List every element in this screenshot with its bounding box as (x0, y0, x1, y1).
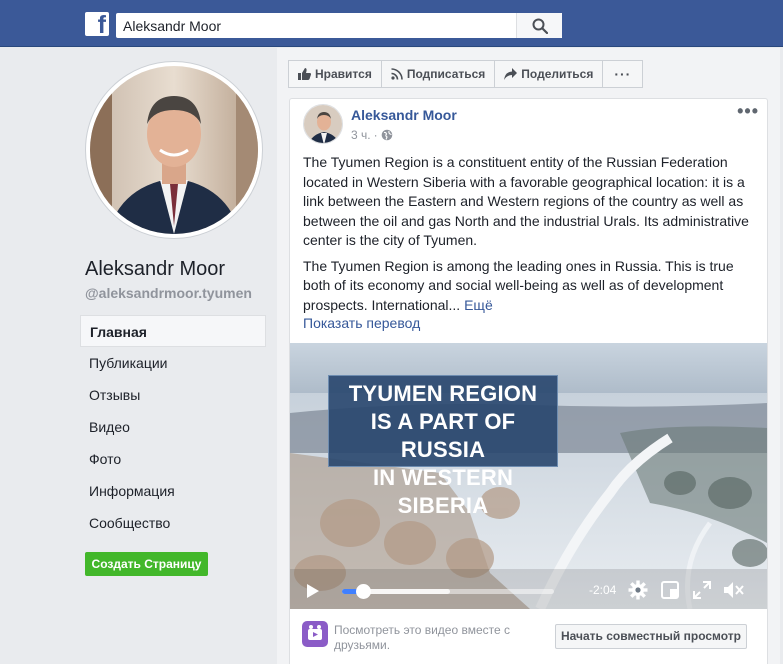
rss-icon (391, 68, 403, 80)
post-paragraph-2-text: The Tyumen Region is among the leading o… (303, 257, 734, 313)
share-arrow-icon (504, 68, 518, 80)
more-options-button[interactable]: ··· (602, 60, 644, 88)
video-title-line-3: IN WESTERN SIBERIA (372, 465, 514, 518)
meta-separator: · (373, 128, 378, 142)
like-label: Нравится (315, 67, 372, 81)
see-translation-link[interactable]: Показать перевод (303, 315, 420, 331)
profile-picture[interactable] (85, 61, 263, 239)
page-title: Aleksandr Moor (85, 258, 226, 280)
share-button[interactable]: Поделиться (494, 60, 604, 88)
post-paragraph-1: The Tyumen Region is a constituent entit… (303, 154, 749, 248)
post-body: The Tyumen Region is a constituent entit… (303, 153, 758, 321)
mute-icon[interactable] (723, 581, 745, 599)
watch-party-icon (302, 621, 328, 647)
thumbs-up-icon (298, 68, 311, 80)
play-icon[interactable] (306, 583, 320, 599)
nav-item[interactable]: Отзывы (80, 379, 266, 411)
video-title-line-2: IS A PART OF RUSSIA (370, 409, 516, 462)
settings-gear-icon[interactable] (628, 580, 648, 600)
share-label: Поделиться (521, 67, 594, 81)
video-player[interactable]: TYUMEN REGION IS A PART OF RUSSIA IN WES… (290, 343, 767, 609)
video-controls: -2:04 (290, 569, 767, 609)
logo-letter: f (97, 12, 106, 36)
nav-item[interactable]: Фото (80, 443, 266, 475)
post-author-name[interactable]: Aleksandr Moor (351, 107, 457, 123)
miniplayer-icon[interactable] (661, 581, 679, 599)
search-button[interactable] (516, 13, 562, 38)
time-remaining: -2:04 (589, 583, 617, 597)
follow-button[interactable]: Подписаться (380, 60, 496, 88)
avatar (90, 66, 258, 234)
nav-item[interactable]: Информация (80, 475, 266, 507)
nav-item[interactable]: Публикации (80, 347, 266, 379)
search-input[interactable]: Aleksandr Moor (116, 13, 562, 38)
post-meta: 3 ч. · (351, 128, 393, 142)
start-watch-party-button[interactable]: Начать совместный просмотр (555, 624, 747, 649)
progress-bar[interactable] (342, 584, 554, 599)
facebook-logo-icon[interactable]: f (85, 12, 109, 36)
watch-party-text: Посмотреть это видео вместе с друзьями. (334, 623, 511, 652)
video-title-overlay: TYUMEN REGION IS A PART OF RUSSIA IN WES… (328, 375, 558, 518)
nav-item[interactable]: Видео (80, 411, 266, 443)
search-value: Aleksandr Moor (123, 17, 222, 34)
video-title-line-1: TYUMEN REGION (348, 381, 538, 406)
post-paragraph-2: The Tyumen Region is among the leading o… (303, 257, 758, 316)
post-author-avatar[interactable] (303, 104, 343, 144)
page-action-bar: Нравится Подписаться Поделиться ··· (288, 60, 644, 88)
post-options-button[interactable]: ••• (737, 101, 759, 122)
page-handle[interactable]: @aleksandrmoor.tyumen (85, 285, 252, 301)
page-nav: Главная Публикации Отзывы Видео Фото Информац… (80, 315, 266, 539)
search-icon (532, 18, 548, 34)
post-timestamp[interactable]: 3 ч. (351, 128, 371, 142)
watch-party-row: Посмотреть это видео вместе с друзьями. … (290, 609, 767, 664)
post-card: Aleksandr Moor 3 ч. · ••• The Tyumen Reg… (289, 98, 768, 664)
see-more-link[interactable]: Ещё (464, 297, 493, 313)
left-column: Aleksandr Moor @aleksandrmoor.tyumen Гла… (0, 48, 277, 664)
progress-handle[interactable] (356, 584, 371, 599)
create-page-button[interactable]: Создать Страницу (85, 552, 208, 576)
like-button[interactable]: Нравится (288, 60, 382, 88)
fullscreen-icon[interactable] (693, 581, 711, 599)
nav-item[interactable]: Сообщество (80, 507, 266, 539)
top-bar: f Aleksandr Moor (0, 0, 783, 47)
right-column: Нравится Подписаться Поделиться ··· Alek… (277, 48, 780, 664)
more-label: ··· (614, 66, 632, 82)
nav-item[interactable]: Главная (80, 315, 266, 347)
globe-icon[interactable] (381, 129, 393, 141)
follow-label: Подписаться (406, 67, 486, 81)
